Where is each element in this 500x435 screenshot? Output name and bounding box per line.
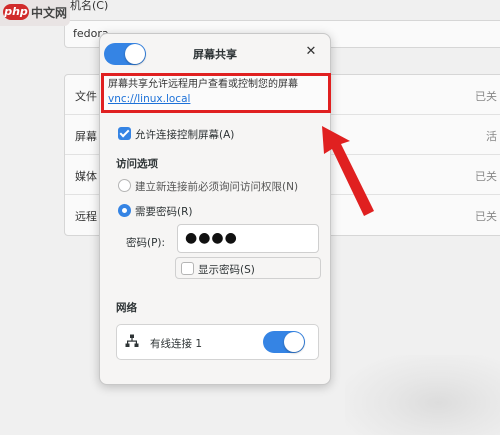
- service-label: 屏幕: [75, 130, 97, 143]
- show-password-checkbox[interactable]: [181, 262, 194, 275]
- password-field[interactable]: ●●●●: [177, 224, 319, 253]
- access-options-heading: 访问选项: [116, 158, 158, 170]
- vnc-address-link[interactable]: vnc://linux.local: [108, 92, 324, 107]
- network-connection-row: 有线连接 1: [116, 324, 319, 360]
- dialog-header: 屏幕共享 ✕: [100, 34, 330, 72]
- service-label: 文件: [75, 90, 97, 103]
- site-watermark-logo: php 中文网: [0, 0, 70, 26]
- screen-sharing-dialog: 屏幕共享 ✕ 屏幕共享允许远程用户查看或控制您的屏幕 vnc://linux.l…: [99, 33, 331, 385]
- network-connection-label: 有线连接 1: [150, 338, 203, 350]
- network-heading: 网络: [116, 302, 137, 314]
- wired-network-icon: [125, 334, 139, 347]
- network-connection-toggle[interactable]: [263, 331, 305, 353]
- allow-control-label: 允许连接控制屏幕(A): [135, 129, 235, 141]
- allow-control-checkbox[interactable]: [118, 127, 131, 140]
- radio-label: 建立新连接前必须询问访问权限(N): [135, 181, 299, 193]
- watermark-badge: php: [3, 4, 29, 20]
- service-status: 已关: [475, 170, 497, 183]
- service-label: 远程: [75, 210, 97, 223]
- radio-button[interactable]: [118, 179, 131, 192]
- radio-button[interactable]: [118, 204, 131, 217]
- service-status: 活: [486, 130, 497, 143]
- show-password-label: 显示密码(S): [198, 264, 255, 276]
- service-status: 已关: [475, 210, 497, 223]
- show-password-checkbox-row[interactable]: 显示密码(S): [175, 257, 321, 279]
- hostname-label: 机名(C): [70, 0, 109, 12]
- highlighted-info-box: 屏幕共享允许远程用户查看或控制您的屏幕 vnc://linux.local: [101, 73, 331, 113]
- password-label: 密码(P):: [126, 237, 166, 249]
- radio-label: 需要密码(R): [135, 206, 193, 218]
- toggle-knob: [284, 332, 304, 352]
- service-status: 已关: [475, 90, 497, 103]
- sharing-description: 屏幕共享允许远程用户查看或控制您的屏幕: [108, 79, 298, 90]
- service-label: 媒体: [75, 170, 97, 183]
- close-icon[interactable]: ✕: [304, 45, 318, 59]
- watermark-text: 中文网: [31, 6, 68, 20]
- blurred-region: [345, 355, 500, 435]
- dialog-title: 屏幕共享: [193, 48, 237, 61]
